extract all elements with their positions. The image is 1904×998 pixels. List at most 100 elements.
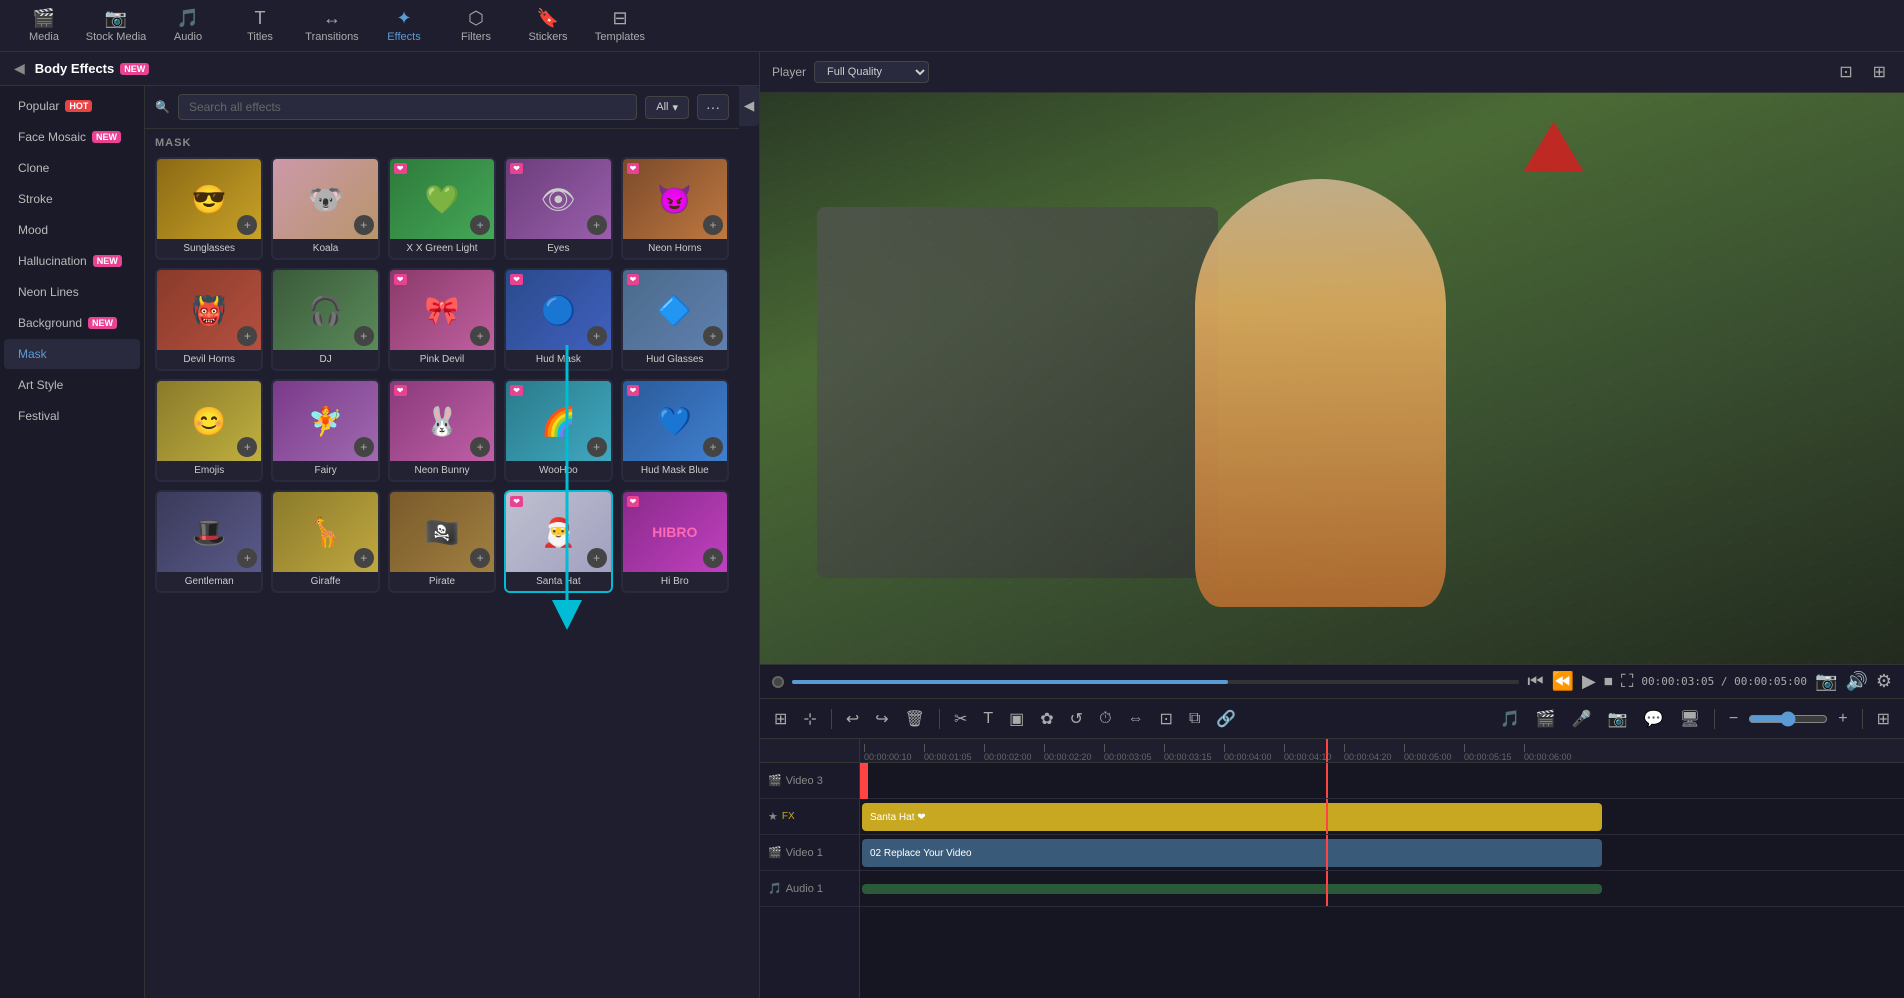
audio-track-btn[interactable]: 🎵 [1494, 705, 1526, 733]
undo-button[interactable]: ↩ [840, 705, 865, 733]
delete-button[interactable]: 🗑 [899, 705, 931, 733]
zoom-out-btn[interactable]: − [1723, 706, 1744, 732]
add-koala-btn[interactable]: + [354, 215, 374, 235]
collapse-panel-button[interactable]: ◀ [739, 86, 759, 126]
add-woohoo-btn[interactable]: + [587, 437, 607, 457]
fullscreen-button[interactable]: ⛶ [1621, 671, 1634, 692]
clip-audio1[interactable] [862, 884, 1602, 894]
sidebar-item-popular[interactable]: Popular HOT [4, 91, 140, 121]
nav-audio[interactable]: 🎵 Audio [152, 0, 224, 52]
link-button[interactable]: 🔗 [1210, 705, 1242, 733]
filter-all-button[interactable]: All ▾ [645, 96, 689, 119]
select-tool-button[interactable]: ⊹ [797, 705, 822, 733]
nav-effects[interactable]: ✦ Effects [368, 0, 440, 52]
add-hud-mask-blue-btn[interactable]: + [703, 437, 723, 457]
add-giraffe-btn[interactable]: + [354, 548, 374, 568]
effect-card-neon-horns[interactable]: ❤ 😈 + Neon Horns [621, 157, 729, 260]
sidebar-item-art-style[interactable]: Art Style [4, 370, 140, 400]
effect-card-koala[interactable]: 🐨 + Koala [271, 157, 379, 260]
add-fairy-btn[interactable]: + [354, 437, 374, 457]
nav-titles[interactable]: T Titles [224, 0, 296, 52]
add-hud-glasses-btn[interactable]: + [703, 326, 723, 346]
track-row-audio1[interactable] [860, 871, 1904, 907]
play-button[interactable]: ▶ [1582, 671, 1596, 692]
maximize-window-btn[interactable]: ⊞ [1867, 58, 1892, 86]
duplicate-button[interactable]: ⧉ [1183, 706, 1206, 732]
nav-media[interactable]: 🎬 Media [8, 0, 80, 52]
sidebar-item-festival[interactable]: Festival [4, 401, 140, 431]
stop-button[interactable]: ⏹ [1604, 671, 1613, 692]
effect-card-hi-bro[interactable]: ❤ HIBRO + Hi Bro [621, 490, 729, 593]
clip-video1[interactable]: 02 Replace Your Video [862, 839, 1602, 867]
effect-card-hud-glasses[interactable]: ❤ 🔷 + Hud Glasses [621, 268, 729, 371]
camera-btn[interactable]: 📷 [1602, 705, 1634, 733]
zoom-in-btn[interactable]: + [1832, 706, 1853, 732]
add-neon-horns-btn[interactable]: + [703, 215, 723, 235]
more-options-button[interactable]: ··· [697, 94, 729, 120]
rect-button[interactable]: ▣ [1003, 705, 1030, 733]
screenshot-button[interactable]: 📷 [1815, 671, 1837, 692]
nav-templates[interactable]: ⊟ Templates [584, 0, 656, 52]
nav-stock-media[interactable]: 📷 Stock Media [80, 0, 152, 52]
restore-window-btn[interactable]: ⊡ [1833, 58, 1858, 86]
zoom-slider[interactable] [1748, 711, 1828, 727]
effect-card-hud-mask-blue[interactable]: ❤ 💙 + Hud Mask Blue [621, 379, 729, 482]
effect-card-devil-horns[interactable]: 👹 + Devil Horns [155, 268, 263, 371]
step-back-button[interactable]: ⏮ [1527, 671, 1543, 692]
add-santa-hat-btn[interactable]: + [587, 548, 607, 568]
effect-card-eyes[interactable]: ❤ 👁 + Eyes [504, 157, 612, 260]
subtitle-btn[interactable]: 💬 [1638, 705, 1670, 733]
video-track-btn[interactable]: 🎬 [1530, 705, 1562, 733]
add-eyes-btn[interactable]: + [587, 215, 607, 235]
crop-button[interactable]: ⊡ [1154, 705, 1179, 733]
effect-card-pirate[interactable]: 🏴‍☠️ + Pirate [388, 490, 496, 593]
rotate-button[interactable]: ↺ [1064, 705, 1089, 733]
sidebar-item-neon-lines[interactable]: Neon Lines [4, 277, 140, 307]
effect-card-neon-bunny[interactable]: ❤ 🐰 + Neon Bunny [388, 379, 496, 482]
track-row-video3[interactable] [860, 763, 1904, 799]
effect-card-sunglasses[interactable]: 😎 + Sunglasses [155, 157, 263, 260]
clip-santa-hat[interactable]: Santa Hat ❤ [862, 803, 1602, 831]
sidebar-item-face-mosaic[interactable]: Face Mosaic NEW [4, 122, 140, 152]
nav-transitions[interactable]: ↔ Transitions [296, 0, 368, 52]
effect-card-xx-green-light[interactable]: ❤ 💚 + X X Green Light [388, 157, 496, 260]
back-button[interactable]: ◀ [10, 60, 29, 77]
nav-filters[interactable]: ⬡ Filters [440, 0, 512, 52]
add-hi-bro-btn[interactable]: + [703, 548, 723, 568]
frame-back-button[interactable]: ⏪ [1552, 671, 1574, 692]
timer-button[interactable]: ⏱ [1093, 706, 1117, 732]
sidebar-item-clone[interactable]: Clone [4, 153, 140, 183]
progress-bar[interactable] [792, 680, 1519, 684]
sidebar-item-stroke[interactable]: Stroke [4, 184, 140, 214]
search-input[interactable] [178, 94, 637, 120]
sidebar-item-mood[interactable]: Mood [4, 215, 140, 245]
text-button[interactable]: T [977, 706, 999, 732]
effect-card-pink-devil[interactable]: ❤ 🎀 + Pink Devil [388, 268, 496, 371]
effect-card-giraffe[interactable]: 🦒 + Giraffe [271, 490, 379, 593]
effect-card-emojis[interactable]: 😊 + Emojis [155, 379, 263, 482]
cut-button[interactable]: ✂ [948, 705, 973, 733]
effect-card-santa-hat[interactable]: ❤ 🎅 + Santa Hat [504, 490, 612, 593]
effect-card-fairy[interactable]: 🧚 + Fairy [271, 379, 379, 482]
add-hud-mask-btn[interactable]: + [587, 326, 607, 346]
screen-record-btn[interactable]: 🖥 [1674, 705, 1706, 733]
effect-card-woohoo[interactable]: ❤ 🌈 + WooHoo [504, 379, 612, 482]
sidebar-item-mask[interactable]: Mask [4, 339, 140, 369]
effect-card-hud-mask[interactable]: ❤ 🔵 + Hud Mask [504, 268, 612, 371]
effect-button[interactable]: ✿ [1034, 705, 1059, 733]
volume-button[interactable]: 🔊 [1845, 671, 1867, 692]
settings-button[interactable]: ⚙ [1876, 671, 1892, 692]
redo-button[interactable]: ↪ [869, 705, 894, 733]
track-row-video1[interactable]: 02 Replace Your Video [860, 835, 1904, 871]
grid-view-btn[interactable]: ⊞ [1871, 705, 1896, 733]
split-button[interactable]: ⇔ [1122, 706, 1150, 732]
add-track-button[interactable]: ⊞ [768, 705, 793, 733]
mic-btn[interactable]: 🎤 [1566, 705, 1598, 733]
quality-select[interactable]: Full Quality High Quality Medium Quality… [814, 61, 929, 83]
effect-card-dj[interactable]: 🎧 + DJ [271, 268, 379, 371]
add-dj-btn[interactable]: + [354, 326, 374, 346]
sidebar-item-background[interactable]: Background NEW [4, 308, 140, 338]
sidebar-item-hallucination[interactable]: Hallucination NEW [4, 246, 140, 276]
nav-stickers[interactable]: 🔖 Stickers [512, 0, 584, 52]
effect-card-gentleman[interactable]: 🎩 + Gentleman [155, 490, 263, 593]
